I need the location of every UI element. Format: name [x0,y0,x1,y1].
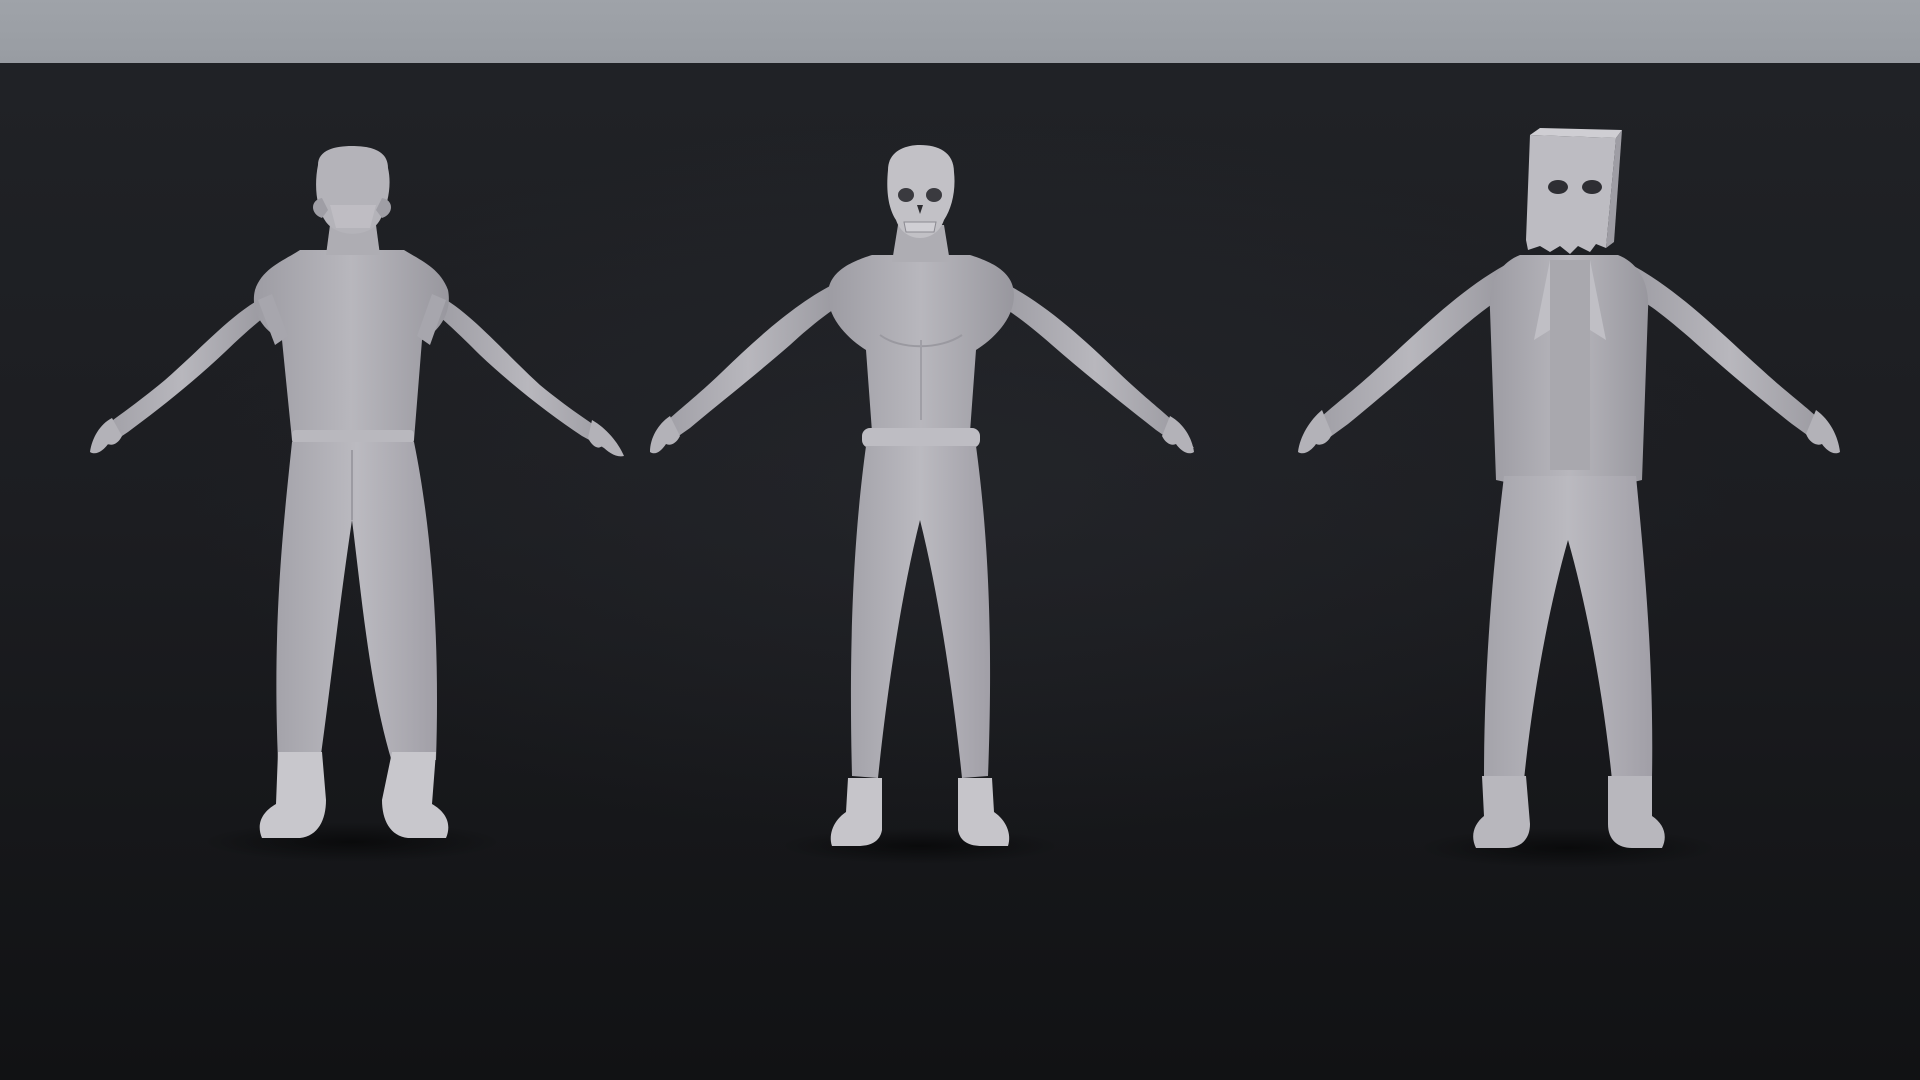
bag-eye-left [1548,180,1568,194]
right-sneaker [958,778,1010,846]
right-high-top-shoe [382,752,449,838]
figures-svg [90,128,1840,868]
figure-helmet-head [90,146,624,862]
waistband [862,428,980,448]
paper-bag-head [1526,135,1616,254]
bag-eye-right [1582,180,1602,194]
right-arm [996,282,1194,448]
inner-shirt [1550,260,1590,470]
tight-pants [850,446,991,778]
left-sneaker [1473,776,1530,848]
left-arm [92,295,272,448]
torso-tshirt [253,250,449,440]
floor-shadow [202,822,502,862]
skull-eye-right [926,188,942,202]
floor-shadow [1418,828,1718,868]
skull-eye-left [898,188,914,202]
right-hand [588,420,624,457]
floor-shadow [780,828,1060,864]
left-high-top-shoe [259,752,326,838]
waistband [292,430,414,444]
skull-teeth [903,221,937,233]
left-arm [652,282,845,446]
figure-skull-head [650,145,1194,864]
right-arm [1626,265,1834,444]
left-arm [1306,265,1512,444]
left-sneaker [830,778,882,846]
right-sneaker [1608,776,1665,848]
loose-pants [276,442,438,762]
face-plate [330,205,376,228]
figure-paper-bag-head [1298,128,1840,868]
render-scene [0,0,1920,1080]
jacket-pants [1484,476,1653,780]
